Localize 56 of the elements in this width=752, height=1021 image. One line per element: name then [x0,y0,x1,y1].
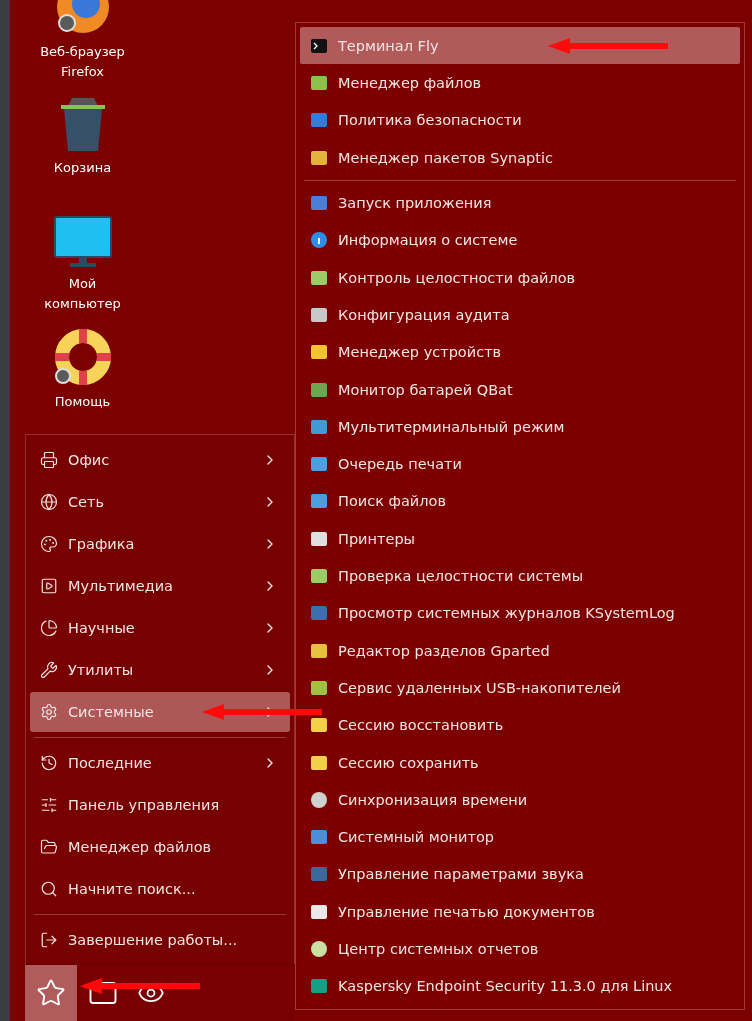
tools-icon [40,661,58,679]
menu-item[interactable]: Завершение работы... [30,920,290,960]
menu-item[interactable]: Научные [30,608,290,648]
desktop-icon-label[interactable]: Веб-браузер Firefox [37,42,128,82]
menu-item[interactable]: Графика [30,524,290,564]
submenu-item[interactable]: Мультитерминальный режим [300,408,740,446]
submenu-item[interactable]: Синхронизация времени [300,781,740,819]
submenu-item[interactable]: Менеджер файлов [300,64,740,102]
settings-icon [40,703,58,721]
folder-icon [40,838,58,856]
desktop-icon-label[interactable]: Корзина [37,158,128,178]
pie-chart-icon [40,619,58,637]
menu-item[interactable]: Мультимедиа [30,566,290,606]
submenu-item[interactable]: Конфигурация аудита [300,296,740,334]
submenu-item[interactable]: Управление печатью документов [300,893,740,931]
submenu-item[interactable]: Терминал Fly [300,27,740,65]
submenu-item[interactable]: Принтеры [300,520,740,558]
menu-item[interactable]: Сеть [30,482,290,522]
submenu-item[interactable]: Монитор батарей QBat [300,370,740,409]
submenu-item[interactable]: Политика безопасности [300,101,740,139]
menu-item[interactable]: Начните поиск... [30,869,290,909]
desktop-icon-label[interactable]: Мой компьютер [37,274,128,314]
submenu-item[interactable]: Редактор разделов Gparted [300,632,740,670]
submenu-item[interactable]: Просмотр системных журналов KSystemLog [300,594,740,633]
menu-item[interactable]: Офис [30,440,290,480]
submenu-item[interactable]: Управление параметрами звука [300,855,740,894]
submenu-item[interactable]: Центр системных отчетов [300,930,740,968]
menu-item[interactable]: Системные [30,692,290,732]
menu-item[interactable]: Последние [30,743,290,783]
sliders-icon [40,796,58,814]
menu-item[interactable]: Утилиты [30,650,290,690]
submenu-item[interactable]: Сервис удаленных USB-накопителей [300,669,740,707]
submenu-item[interactable]: Очередь печати [300,445,740,483]
globe-icon [40,493,58,511]
submenu-item[interactable]: Информация о системе [300,221,740,260]
submenu-item[interactable]: Запуск приложения [300,184,740,222]
lifebuoy-icon [53,328,112,386]
logout-icon [40,931,58,949]
submenu-item[interactable]: Проверка целостности системы [300,557,740,595]
submenu-item[interactable]: Сессию сохранить [300,743,740,782]
submenu-item[interactable]: Системный монитор [300,818,740,856]
start-button[interactable] [25,965,77,1021]
info-icon [310,231,328,250]
star-icon [36,978,66,1008]
palette-icon [40,535,58,553]
desktop-icon-label[interactable]: Помощь [37,392,128,412]
submenu-item[interactable]: Поиск файлов [300,482,740,521]
submenu-item[interactable]: Менеджер устройств [300,333,740,371]
submenu-item[interactable]: Контроль целостности файлов [300,259,740,297]
submenu-item[interactable]: Сессию восстановить [300,706,740,744]
menu-item[interactable]: Панель управления [30,785,290,825]
menu-item[interactable]: Менеджер файлов [30,827,290,867]
submenu-item[interactable]: Менеджер пакетов Synaptic [300,138,740,177]
submenu-item[interactable]: Kaspersky Endpoint Security 11.3.0 для Linux [300,967,740,1005]
terminal-icon [310,36,328,55]
play-icon [40,577,58,595]
